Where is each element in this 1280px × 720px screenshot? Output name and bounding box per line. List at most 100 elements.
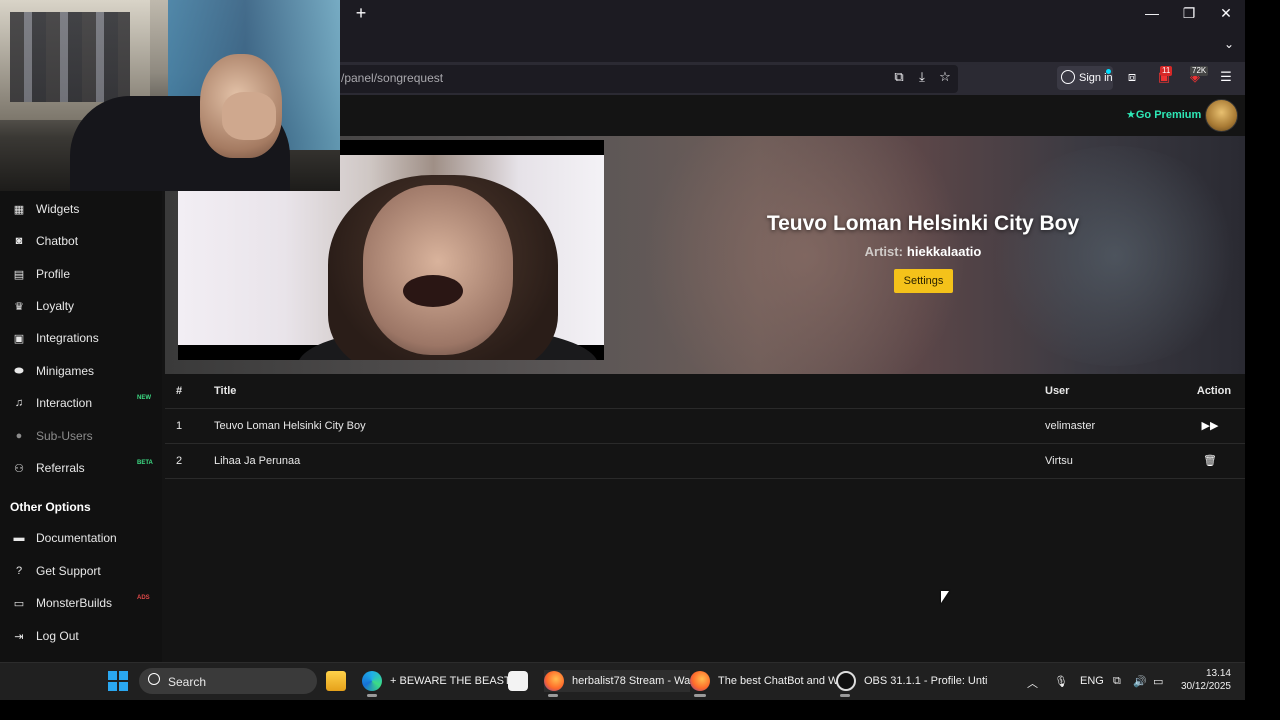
go-premium-label: Go Premium [1135,109,1202,121]
sidebar-item-sub-users[interactable]: ● Sub-Users [12,426,93,446]
settings-button[interactable]: Settings [894,269,953,293]
sidebar-item-label: Chatbot [36,234,79,248]
screen-border [1245,0,1280,720]
sidebar-item-documentation[interactable]: ▬ Documentation [12,528,117,548]
users-icon: ⚇ [14,462,24,475]
list-all-tabs-button[interactable]: ⌄ [1220,36,1238,52]
user-avatar[interactable] [1205,99,1238,132]
store-icon [508,671,528,691]
obs-icon [836,671,856,691]
table-row: 2 Lihaa Ja Perunaa Virtsu 🗑 [165,444,1245,479]
taskbar-app-obs[interactable]: OBS 31.1.1 - Profile: Unti [836,670,988,692]
sidebar-item-referrals[interactable]: ⚇ Referrals [12,458,85,478]
new-tab-button[interactable]: + [352,3,370,23]
taskbar-app-label: The best ChatBot and W [718,675,839,687]
webcam-background [10,12,130,102]
sidebar-item-label: Documentation [36,531,117,545]
volume-icon[interactable]: 🔊 [1133,675,1147,688]
folder-icon [326,671,346,691]
row-user: velimaster [1045,420,1096,432]
running-indicator [367,694,377,697]
sidebar-item-profile[interactable]: ▤ Profile [12,264,70,284]
gamepad-icon: ⬬ [14,364,24,377]
file-explorer-button[interactable] [326,670,354,692]
webcam-overlay [0,0,340,191]
laptop-icon: ▭ [13,597,25,610]
running-indicator [840,694,850,697]
robot-icon: ◙ [15,235,23,247]
taskbar-app-firefox-2[interactable]: The best ChatBot and W [690,670,838,692]
table-row: 1 Teuvo Loman Helsinki City Boy velimast… [165,409,1245,444]
trash-icon: 🗑 [1203,455,1217,467]
question-icon: ? [15,565,23,577]
ads-badge: ADS [137,595,150,601]
delete-button[interactable]: 🗑 [1195,444,1225,479]
taskbar-search[interactable] [139,668,317,694]
taskbar-app-label: herbalist78 Stream - Wa [572,675,691,687]
sidebar-item-interaction[interactable]: ♫ Interaction [12,393,92,413]
battery-icon[interactable]: ▭ [1153,675,1163,688]
webcam-person [222,92,276,140]
header-number: # [176,385,183,397]
song-title: Teuvo Loman Helsinki City Boy [766,212,1080,235]
sidebar-item-label: MonsterBuilds [36,596,113,610]
sidebar-item-widgets[interactable]: ▦ Widgets [12,199,80,219]
clock-date: 30/12/2025 [1180,681,1231,692]
header-action: Action [1196,385,1232,397]
sidebar-item-label: Minigames [36,364,95,378]
music-icon: ♫ [14,397,24,409]
user-icon: ● [15,430,23,442]
sidebar-item-integrations[interactable]: ▣ Integrations [12,328,99,348]
firefox-icon [544,671,564,691]
sidebar-item-monsterbuilds[interactable]: ▭ MonsterBuilds [12,593,112,613]
other-options-heading: Other Options [10,500,91,514]
new-badge: NEW [137,395,151,401]
microphone-icon[interactable]: 🎙 [1054,675,1068,688]
windows-start-icon[interactable] [108,671,128,691]
close-window-button[interactable]: ✕ [1215,4,1237,22]
beta-badge: BETA [137,460,153,466]
sidebar-item-label: Interaction [36,396,93,410]
sidebar-item-loyalty[interactable]: ♛ Loyalty [12,296,74,316]
menu-hamburger-icon[interactable]: ☰ [1217,68,1235,86]
row-number: 2 [176,455,183,467]
go-premium-link[interactable]: ★Go Premium [1126,108,1201,121]
sidebar-item-chatbot[interactable]: ◙ Chatbot [12,231,78,251]
video-figure [363,185,513,355]
restore-button[interactable]: ❐ [1178,4,1200,22]
sidebar-item-get-support[interactable]: ? Get Support [12,561,101,581]
minimize-button[interactable]: — [1141,4,1163,22]
sync-dot-icon [1106,69,1111,74]
sidebar-item-log-out[interactable]: ⇥ Log Out [12,626,78,646]
skip-button[interactable]: ▶▶ [1195,409,1225,444]
screen-border [0,700,1280,720]
taskbar-app-label: OBS 31.1.1 - Profile: Unti [864,675,988,687]
row-user: Virtsu [1045,455,1073,467]
taskbar-app-firefox-1[interactable]: herbalist78 Stream - Wa [544,670,691,692]
sidebar-item-label: Referrals [36,461,85,475]
song-queue-table: # Title User Action 1 Teuvo Loman Helsin… [165,374,1245,479]
picture-in-picture-icon[interactable]: ⧉ [890,68,908,86]
sidebar-item-label: Get Support [36,564,101,578]
sidebar-item-minigames[interactable]: ⬬ Minigames [12,361,94,381]
taskbar-app-label: + BEWARE THE BEAST - I [390,675,524,687]
clock-time: 13.14 [1205,668,1231,679]
bookmark-star-icon[interactable]: ☆ [936,68,954,86]
sidebar-item-label: Sub-Users [36,429,93,443]
account-icon [1061,70,1075,84]
taskbar-app-edge[interactable]: + BEWARE THE BEAST - I [362,670,523,692]
system-clock[interactable]: 13.14 30/12/2025 [1175,667,1231,693]
grid-icon: ▦ [13,203,25,216]
download-icon[interactable]: ⤓ [913,68,931,86]
network-icon[interactable]: ⧉ [1113,675,1121,688]
url-text[interactable]: /panel/songrequest [341,71,443,85]
header-user: User [1045,385,1070,397]
extensions-icon[interactable]: ⧈ [1123,68,1141,86]
language-indicator[interactable]: ENG [1080,675,1104,687]
trophy-icon: ♛ [14,300,24,313]
artist-name: hiekkalaatio [906,244,982,259]
store-button[interactable] [508,670,536,692]
tray-overflow-icon[interactable]: ︿ [1027,675,1038,691]
running-indicator [694,694,706,697]
row-title: Lihaa Ja Perunaa [214,455,301,467]
